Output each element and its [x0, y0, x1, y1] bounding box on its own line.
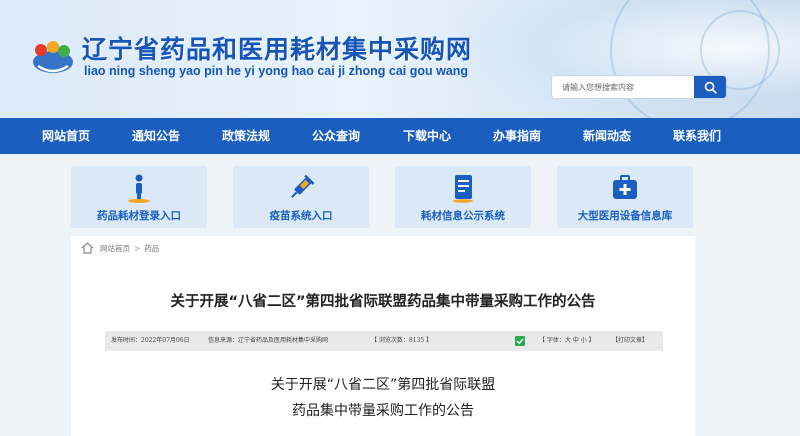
breadcrumb-home[interactable]: 网站首页 [100, 243, 130, 254]
nav-item-contact[interactable]: 联系我们 [673, 118, 721, 154]
font-size-switcher[interactable]: 【 字体：大 中 小 】 [539, 331, 595, 351]
nav-item-policies[interactable]: 政策法规 [222, 118, 270, 154]
breadcrumb: 网站首页 > 药品 [81, 240, 159, 256]
entry-label: 药品耗材登录入口 [97, 210, 181, 222]
nav-item-home[interactable]: 网站首页 [42, 118, 90, 154]
search-input[interactable] [552, 76, 696, 98]
publish-date: 发布时间：2022年07月06日 [111, 337, 190, 344]
syringe-icon [291, 174, 315, 198]
home-icon [81, 242, 94, 254]
site-subtitle-pinyin: liao ning sheng yao pin he yi yong hao c… [84, 64, 469, 78]
person-icon [128, 174, 150, 203]
nav-item-notices[interactable]: 通知公告 [132, 118, 180, 154]
search-box [551, 75, 727, 99]
article-title: 关于开展“八省二区”第四批省际联盟药品集中带量采购工作的公告 [170, 294, 596, 310]
header-banner: 辽宁省药品和医用耗材集中采购网 liao ning sheng yao pin … [0, 0, 800, 118]
document-icon [453, 175, 473, 203]
site-logo-icon [33, 41, 73, 73]
medical-kit-icon [613, 175, 637, 199]
search-icon [704, 81, 717, 94]
site-title: 辽宁省药品和医用耗材集中采购网 [82, 35, 473, 64]
main-nav: 网站首页 通知公告 政策法规 公众查询 下载中心 办事指南 新闻动态 联系我们 [0, 118, 800, 154]
breadcrumb-current[interactable]: 药品 [144, 243, 159, 254]
body-heading-line-2: 药品集中带量采购工作的公告 [292, 403, 474, 419]
nav-item-guide[interactable]: 办事指南 [493, 118, 541, 154]
quick-entries: 药品耗材登录入口 疫苗系统入口 耗材信息公示系统 大型医用设备信息库 [71, 166, 695, 228]
view-count: 【 浏览次数：8135 】 [371, 337, 433, 344]
nav-item-downloads[interactable]: 下载中心 [403, 118, 451, 154]
print-article-link[interactable]: 【打印文章】 [612, 331, 648, 351]
search-button[interactable] [694, 76, 726, 98]
article-meta-bar: 发布时间：2022年07月06日 信息来源：辽宁省药品及医用耗材集中采购网 【 … [105, 331, 663, 351]
entry-drug-consumables-login[interactable]: 药品耗材登录入口 [71, 166, 207, 228]
nav-item-news[interactable]: 新闻动态 [583, 118, 631, 154]
entry-label: 疫苗系统入口 [269, 210, 333, 222]
entry-large-medical-equipment[interactable]: 大型医用设备信息库 [557, 166, 693, 228]
body-heading-line-1: 关于开展“八省二区”第四批省际联盟 [270, 377, 496, 393]
entry-vaccine-system[interactable]: 疫苗系统入口 [233, 166, 369, 228]
share-icon[interactable] [515, 331, 525, 351]
entry-label: 大型医用设备信息库 [577, 210, 673, 222]
entry-consumables-info-disclosure[interactable]: 耗材信息公示系统 [395, 166, 531, 228]
breadcrumb-separator-icon: > [134, 243, 141, 253]
entry-label: 耗材信息公示系统 [421, 210, 505, 222]
nav-item-public-query[interactable]: 公众查询 [312, 118, 360, 154]
info-source: 信息来源：辽宁省药品及医用耗材集中采购网 [208, 337, 329, 344]
article-panel: 网站首页 > 药品 关于开展“八省二区”第四批省际联盟药品集中带量采购工作的公告… [71, 236, 695, 436]
